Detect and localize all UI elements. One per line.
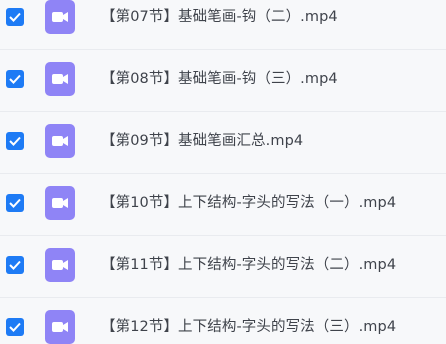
checkmark-icon [9, 136, 21, 146]
video-file-icon [45, 62, 75, 96]
video-file-icon [45, 0, 75, 34]
video-file-icon [45, 186, 75, 220]
file-row[interactable]: 【第08节】基础笔画-钩（三）.mp4 [0, 50, 446, 112]
checkmark-icon [9, 198, 21, 208]
file-name: 【第09节】基础笔画汇总.mp4 [101, 133, 304, 149]
file-row[interactable]: 【第12节】上下结构-字头的写法（三）.mp4 [0, 298, 446, 344]
checkmark-icon [9, 12, 21, 22]
checkbox[interactable] [6, 132, 24, 150]
file-name: 【第11节】上下结构-字头的写法（二）.mp4 [101, 257, 397, 273]
file-row[interactable]: 【第10节】上下结构-字头的写法（一）.mp4 [0, 174, 446, 236]
checkbox[interactable] [6, 256, 24, 274]
file-row[interactable]: 【第07节】基础笔画-钩（二）.mp4 [0, 0, 446, 50]
file-name: 【第10节】上下结构-字头的写法（一）.mp4 [101, 195, 397, 211]
file-list: 【第07节】基础笔画-钩（二）.mp4 【第08节】基础笔画-钩（三）.mp4 [0, 0, 446, 344]
file-row[interactable]: 【第11节】上下结构-字头的写法（二）.mp4 [0, 236, 446, 298]
file-name: 【第12节】上下结构-字头的写法（三）.mp4 [101, 319, 397, 335]
video-file-icon [45, 310, 75, 344]
checkmark-icon [9, 74, 21, 84]
checkmark-icon [9, 322, 21, 332]
checkbox[interactable] [6, 194, 24, 212]
file-row[interactable]: 【第09节】基础笔画汇总.mp4 [0, 112, 446, 174]
video-file-icon [45, 248, 75, 282]
checkbox[interactable] [6, 8, 24, 26]
checkbox[interactable] [6, 70, 24, 88]
video-file-icon [45, 124, 75, 158]
file-name: 【第07节】基础笔画-钩（二）.mp4 [101, 9, 338, 25]
file-name: 【第08节】基础笔画-钩（三）.mp4 [101, 71, 338, 87]
checkbox[interactable] [6, 318, 24, 336]
checkmark-icon [9, 260, 21, 270]
